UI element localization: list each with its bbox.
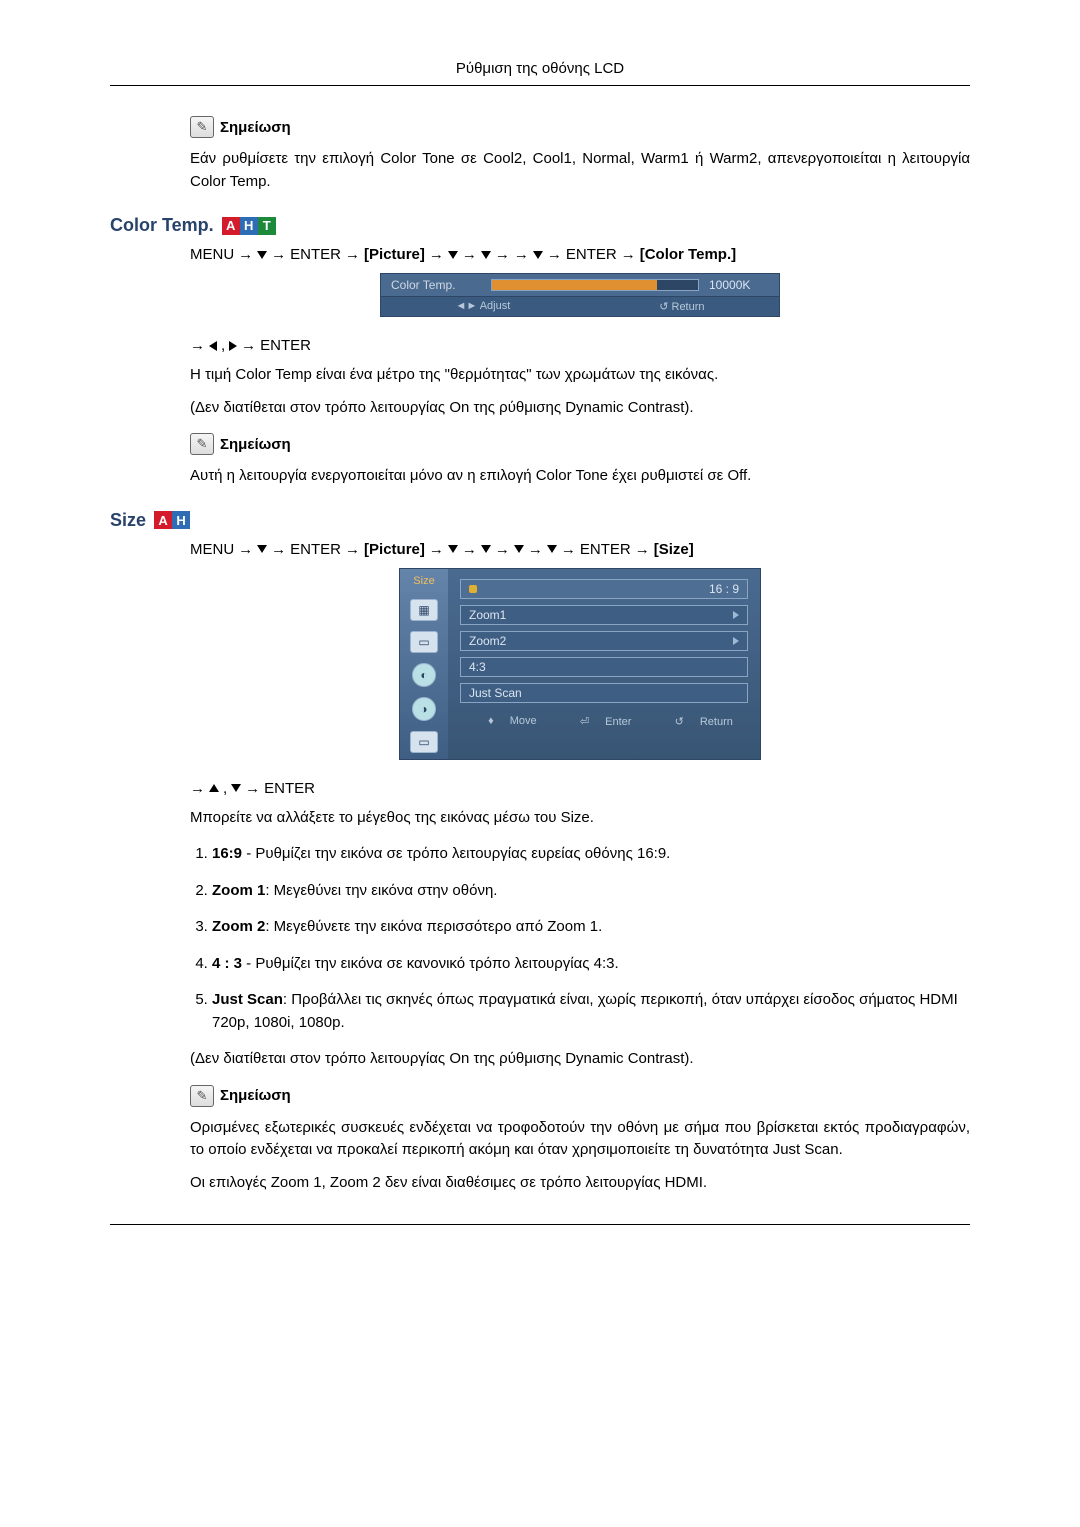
triangle-down-icon: [231, 784, 241, 792]
colortemp-desc: Η τιμή Color Temp είναι ένα μέτρο της "θ…: [190, 364, 970, 387]
triangle-down-icon: [257, 251, 267, 259]
header-rule: [110, 85, 970, 86]
osd-ct-adjust: ◄► Adjust: [455, 300, 510, 313]
chevron-right-icon: [733, 611, 739, 619]
list-item: Zoom 2: Μεγεθύνετε την εικόνα περισσότερ…: [212, 916, 970, 939]
osd-colortemp: Color Temp. 10000K ◄► Adjust ↺ Return: [380, 273, 780, 317]
osd-side-icon-4[interactable]: ◑: [412, 697, 436, 721]
badge-h: H: [172, 511, 190, 529]
triangle-up-icon: [209, 784, 219, 792]
list-item: Zoom 1: Μεγεθύνει την εικόνα στην οθόνη.: [212, 880, 970, 903]
osd-option-justscan[interactable]: Just Scan: [460, 683, 748, 703]
list-item: 4 : 3 - Ρυθμίζει την εικόνα σε κανονικό …: [212, 953, 970, 976]
triangle-down-icon: [257, 545, 267, 553]
note3-text2: Οι επιλογές Zoom 1, Zoom 2 δεν είναι δια…: [190, 1172, 970, 1195]
osd-option-16-9[interactable]: 16 : 9: [460, 579, 748, 599]
list-item: 16:9 - Ρυθμίζει την εικόνα σε τρόπο λειτ…: [212, 843, 970, 866]
nav-path-size-2: → , → ENTER: [190, 780, 970, 797]
osd-option-zoom2[interactable]: Zoom2: [460, 631, 748, 651]
nav-path-colortemp: MENU → → ENTER → [Picture] → → → → → ENT…: [190, 246, 970, 263]
triangle-right-icon: [229, 341, 237, 351]
note-label: Σημείωση: [220, 1087, 291, 1104]
note3-text: Ορισμένες εξωτερικές συσκευές ενδέχεται …: [190, 1117, 970, 1162]
osd-side-icon-3[interactable]: ◐: [412, 663, 436, 687]
osd-side-icon-2[interactable]: ▭: [410, 631, 438, 653]
note1-text: Εάν ρυθμίσετε την επιλογή Color Tone σε …: [190, 148, 970, 193]
size-options-list: 16:9 - Ρυθμίζει την εικόνα σε τρόπο λειτ…: [190, 843, 970, 1034]
osd-ct-return: ↺ Return: [659, 300, 704, 313]
osd-ct-slider[interactable]: [491, 279, 699, 291]
triangle-left-icon: [209, 341, 217, 351]
triangle-down-icon: [514, 545, 524, 553]
triangle-down-icon: [481, 251, 491, 259]
badge-h: H: [240, 217, 258, 235]
section-title-colortemp: Color Temp.: [110, 215, 214, 236]
nav-path-colortemp-2: → , → ENTER: [190, 337, 970, 354]
note-label: Σημείωση: [220, 119, 291, 136]
osd-foot-return: ↺ Return: [662, 715, 733, 728]
size-restriction: (Δεν διατίθεται στον τρόπο λειτουργίας O…: [190, 1048, 970, 1071]
badge-t: T: [258, 217, 276, 235]
note2-text: Αυτή η λειτουργία ενεργοποιείται μόνο αν…: [190, 465, 970, 488]
note-icon: ✎: [190, 433, 214, 455]
osd-side-icon-5[interactable]: ▭: [410, 731, 438, 753]
triangle-down-icon: [547, 545, 557, 553]
badge-a: A: [154, 511, 172, 529]
osd-size-title: Size: [413, 575, 434, 587]
section-title-size: Size: [110, 510, 146, 531]
triangle-down-icon: [448, 251, 458, 259]
mode-badges: A H T: [222, 217, 276, 235]
osd-foot-enter: ⏎ Enter: [567, 715, 632, 728]
page-title: Ρύθμιση της οθόνης LCD: [110, 60, 970, 77]
list-item: Just Scan: Προβάλλει τις σκηνές όπως πρα…: [212, 989, 970, 1034]
note-icon: ✎: [190, 1085, 214, 1107]
mode-badges: A H: [154, 511, 190, 529]
osd-size: Size ▦ ▭ ◐ ◑ ▭ 16 : 9 Zoom1 Zoom2 4:3 Ju…: [399, 568, 761, 760]
note-label: Σημείωση: [220, 436, 291, 453]
colortemp-restriction: (Δεν διατίθεται στον τρόπο λειτουργίας O…: [190, 397, 970, 420]
chevron-right-icon: [733, 637, 739, 645]
footer-rule: [110, 1224, 970, 1225]
badge-a: A: [222, 217, 240, 235]
osd-side-icon-1[interactable]: ▦: [410, 599, 438, 621]
note-icon: ✎: [190, 116, 214, 138]
triangle-down-icon: [533, 251, 543, 259]
triangle-down-icon: [448, 545, 458, 553]
osd-ct-value: 10000K: [709, 278, 769, 292]
osd-option-zoom1[interactable]: Zoom1: [460, 605, 748, 625]
osd-option-4-3[interactable]: 4:3: [460, 657, 748, 677]
nav-path-size: MENU → → ENTER → [Picture] → → → → → ENT…: [190, 541, 970, 558]
osd-ct-label: Color Temp.: [391, 278, 481, 292]
osd-foot-move: ♦ Move: [475, 715, 537, 728]
triangle-down-icon: [481, 545, 491, 553]
size-desc: Μπορείτε να αλλάξετε το μέγεθος της εικό…: [190, 807, 970, 830]
